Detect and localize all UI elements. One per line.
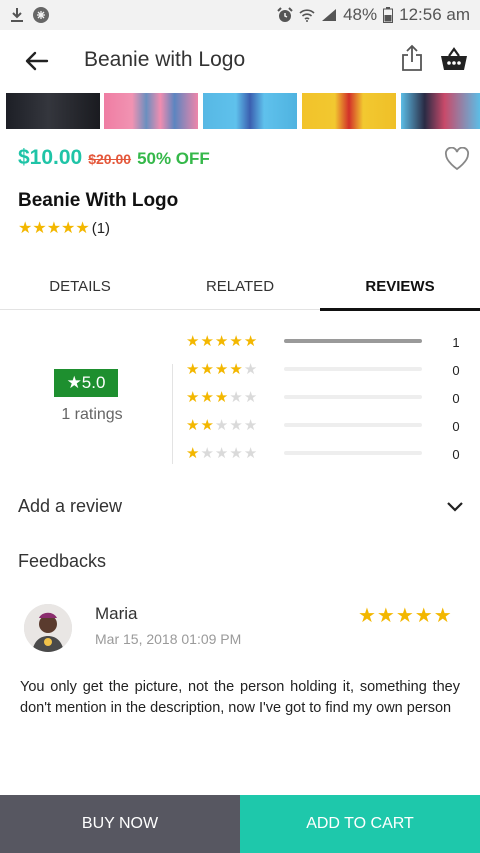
rating-row-4: ★★★★★ 0 bbox=[186, 359, 476, 379]
rating-row-count: 1 bbox=[452, 335, 460, 350]
star-icon: ★ bbox=[186, 445, 201, 462]
basket-icon[interactable] bbox=[440, 46, 470, 74]
notification-icon bbox=[32, 6, 50, 24]
star-icon: ★ bbox=[214, 445, 230, 462]
heart-icon[interactable] bbox=[444, 146, 470, 171]
alarm-icon bbox=[277, 7, 293, 23]
rating-row-count: 0 bbox=[452, 447, 460, 462]
product-thumbnail[interactable] bbox=[203, 93, 297, 129]
star-icon: ★ bbox=[200, 333, 215, 350]
star-icon: ★ bbox=[214, 361, 230, 378]
rating-bar bbox=[284, 367, 422, 371]
back-arrow-icon[interactable] bbox=[22, 48, 52, 74]
share-icon[interactable] bbox=[400, 44, 428, 76]
rating-row-1: ★★★★★ 0 bbox=[186, 443, 476, 463]
tab-bar: DETAILS RELATED REVIEWS bbox=[0, 262, 480, 311]
review-count: (1) bbox=[91, 219, 111, 237]
star-icon: ★ bbox=[243, 417, 259, 434]
star-icon: ★ bbox=[186, 417, 201, 434]
rating-row-count: 0 bbox=[452, 391, 460, 406]
star-icon: ★ bbox=[243, 445, 259, 462]
chevron-down-icon[interactable] bbox=[446, 500, 464, 514]
signal-icon bbox=[321, 8, 337, 22]
rating-row-stars: ★★★★★ bbox=[186, 388, 284, 406]
star-icon: ★ bbox=[229, 333, 244, 350]
star-icon: ★ bbox=[229, 389, 244, 406]
rating-row-3: ★★★★★ 0 bbox=[186, 387, 476, 407]
review-stars: ★★★★★ bbox=[358, 605, 453, 627]
rating-row-stars: ★★★★★ bbox=[186, 332, 284, 350]
page-title: Beanie with Logo bbox=[84, 48, 246, 71]
star-icon: ★ bbox=[200, 361, 215, 378]
rating-row-count: 0 bbox=[452, 363, 460, 378]
rating-row-stars: ★★★★★ bbox=[186, 416, 284, 434]
discount-label: 50% OFF bbox=[137, 149, 210, 168]
ratings-count: 1 ratings bbox=[61, 406, 123, 423]
tab-details[interactable]: DETAILS bbox=[0, 262, 160, 310]
wifi-icon bbox=[299, 8, 315, 22]
battery-percent: 48% bbox=[343, 5, 378, 24]
tab-related[interactable]: RELATED bbox=[160, 262, 320, 310]
product-thumbnail[interactable] bbox=[6, 93, 100, 129]
rating-bar bbox=[284, 339, 422, 343]
product-name: Beanie With Logo bbox=[18, 190, 179, 211]
rating-bar bbox=[284, 451, 422, 455]
rating-row-stars: ★★★★★ bbox=[186, 360, 284, 378]
star-icon: ★ bbox=[200, 389, 215, 406]
tab-reviews[interactable]: REVIEWS bbox=[320, 262, 480, 311]
star-icon: ★ bbox=[186, 333, 201, 350]
review-text: You only get the picture, not the person… bbox=[20, 679, 460, 716]
star-rating-icon: ★★★★★ bbox=[18, 220, 90, 237]
star-icon: ★ bbox=[229, 445, 244, 462]
star-icon: ★ bbox=[214, 417, 230, 434]
star-icon: ★ bbox=[200, 445, 215, 462]
app-header: Beanie with Logo bbox=[0, 30, 480, 92]
star-icon: ★ bbox=[243, 333, 259, 350]
download-icon bbox=[10, 7, 24, 23]
star-icon: ★ bbox=[229, 417, 244, 434]
rating-bar bbox=[284, 395, 422, 399]
rating-bar-fill bbox=[284, 339, 422, 343]
star-icon: ★ bbox=[214, 333, 230, 350]
rating-row-count: 0 bbox=[452, 419, 460, 434]
avatar bbox=[24, 604, 72, 652]
star-icon: ★ bbox=[214, 389, 230, 406]
add-review-toggle[interactable]: Add a review bbox=[18, 496, 122, 517]
add-to-cart-button[interactable]: ADD TO CART bbox=[240, 795, 480, 853]
original-price: $20.00 bbox=[88, 151, 132, 167]
rating-row-5: ★★★★★ 1 bbox=[186, 331, 476, 351]
status-bar: 48% 12:56 am bbox=[0, 0, 480, 30]
feedbacks-heading: Feedbacks bbox=[18, 551, 107, 571]
star-icon: ★ bbox=[243, 361, 259, 378]
divider bbox=[172, 364, 173, 464]
review-date: Mar 15, 2018 01:09 PM bbox=[95, 631, 242, 647]
clock: 12:56 am bbox=[399, 5, 470, 24]
battery-icon bbox=[383, 7, 394, 23]
product-image-strip[interactable] bbox=[0, 93, 480, 129]
average-rating-badge: ★5.0 bbox=[54, 369, 118, 397]
product-thumbnail[interactable] bbox=[104, 93, 198, 129]
reviewer-name: Maria bbox=[95, 604, 138, 623]
rating-bar bbox=[284, 423, 422, 427]
star-icon: ★ bbox=[200, 417, 215, 434]
rating-row-stars: ★★★★★ bbox=[186, 444, 284, 462]
star-icon: ★ bbox=[186, 389, 201, 406]
product-thumbnail[interactable] bbox=[401, 93, 480, 129]
rating-row-2: ★★★★★ 0 bbox=[186, 415, 476, 435]
price-row: $10.00 $20.00 50% OFF bbox=[18, 146, 210, 170]
star-icon: ★ bbox=[186, 361, 201, 378]
star-icon: ★ bbox=[229, 361, 244, 378]
product-thumbnail[interactable] bbox=[302, 93, 396, 129]
current-price: $10.00 bbox=[18, 146, 83, 169]
star-icon: ★ bbox=[243, 389, 259, 406]
buy-now-button[interactable]: BUY NOW bbox=[0, 795, 240, 853]
product-rating: ★★★★★ (1) bbox=[18, 218, 110, 238]
